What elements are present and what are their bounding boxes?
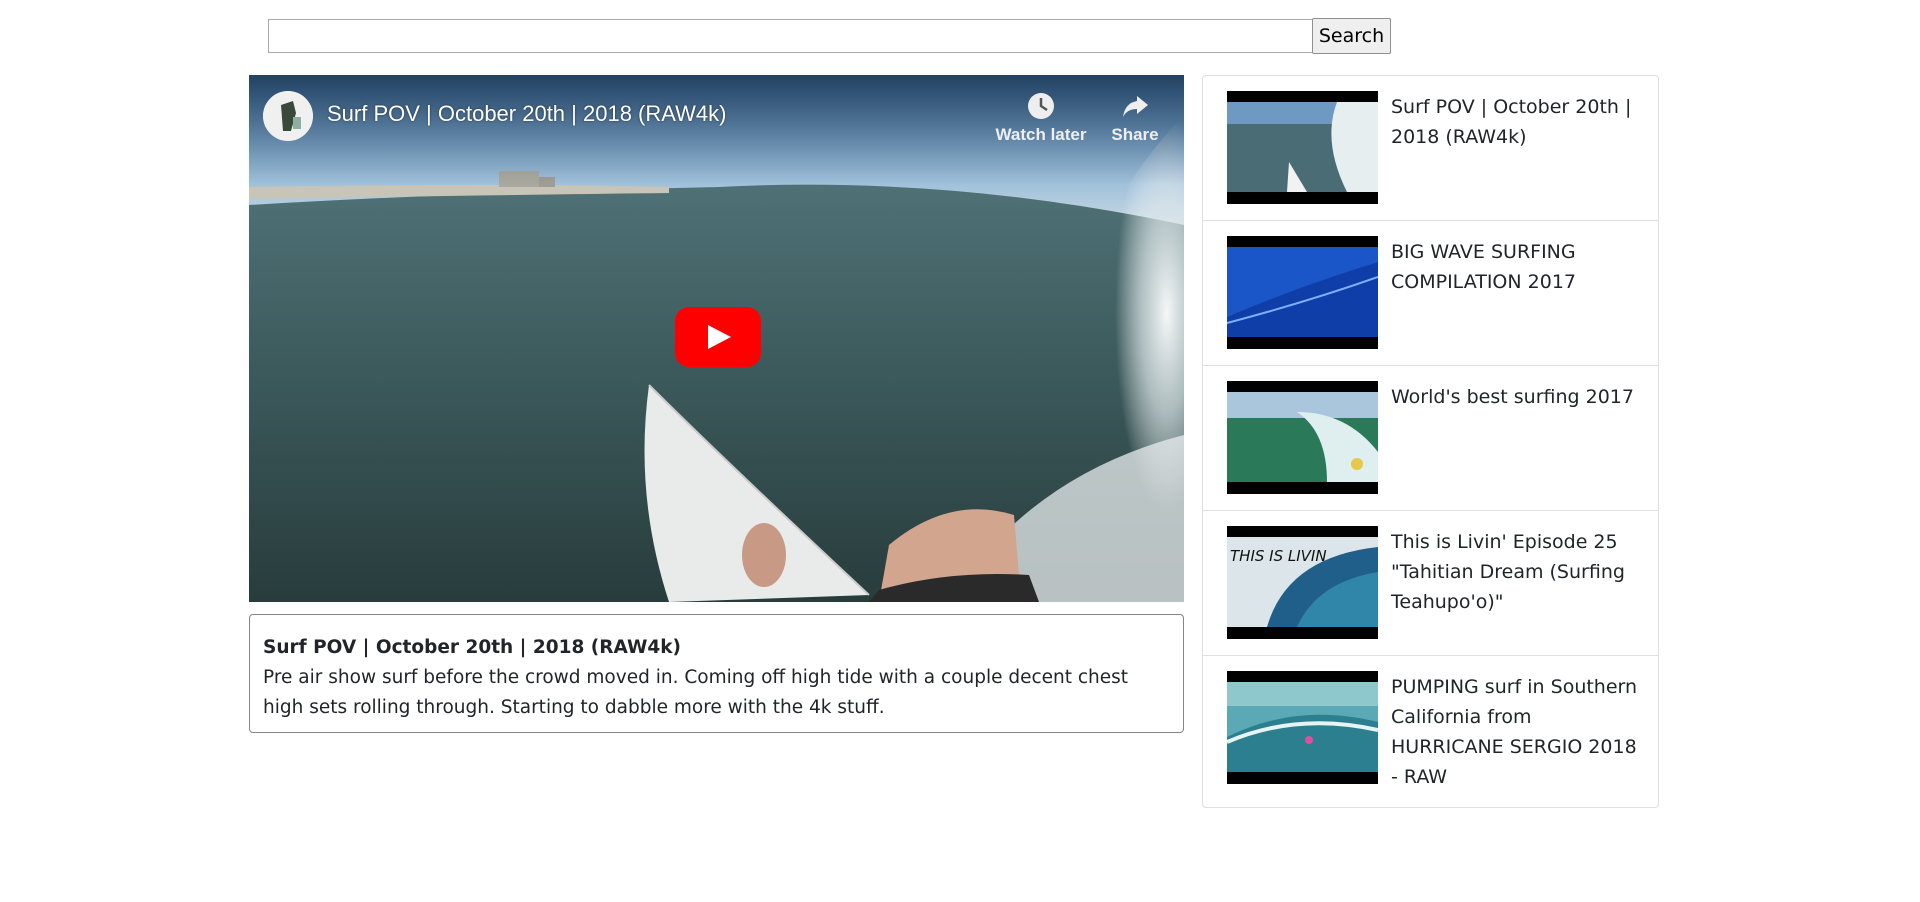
video-title[interactable]: World's best surfing 2017 <box>1391 382 1641 412</box>
thumb-text: THIS IS LIVIN <box>1230 547 1327 565</box>
clock-icon <box>1028 93 1054 119</box>
video-list-item[interactable]: THIS IS LIVIN This is Livin' Episode 25 … <box>1203 510 1658 655</box>
share-arrow-icon <box>1123 96 1148 117</box>
player-title[interactable]: Surf POV | October 20th | 2018 (RAW4k) <box>327 101 726 127</box>
video-thumbnail[interactable] <box>1227 671 1378 784</box>
video-title[interactable]: This is Livin' Episode 25 "Tahitian Drea… <box>1391 527 1641 617</box>
video-player[interactable]: Surf POV | October 20th | 2018 (RAW4k) W… <box>249 75 1184 602</box>
video-list: Surf POV | October 20th | 2018 (RAW4k) B… <box>1202 75 1659 808</box>
video-title[interactable]: PUMPING surf in Southern California from… <box>1391 672 1641 792</box>
video-list-item[interactable]: World's best surfing 2017 <box>1203 365 1658 510</box>
description-text: Pre air show surf before the crowd moved… <box>263 667 1129 718</box>
video-thumbnail[interactable] <box>1227 381 1378 494</box>
video-description-card: Surf POV | October 20th | 2018 (RAW4k) P… <box>249 614 1184 733</box>
video-title[interactable]: Surf POV | October 20th | 2018 (RAW4k) <box>1391 92 1641 152</box>
video-list-item[interactable]: PUMPING surf in Southern California from… <box>1203 655 1658 807</box>
search-input[interactable] <box>268 19 1312 53</box>
watch-later-label: Watch later <box>995 125 1087 144</box>
play-icon[interactable] <box>675 307 761 367</box>
video-title[interactable]: BIG WAVE SURFING COMPILATION 2017 <box>1391 237 1641 297</box>
search-button[interactable]: Search <box>1312 18 1391 54</box>
watch-later-button[interactable]: Watch later <box>991 91 1091 145</box>
page: Search Surf POV | October 20th | 2018 (R… <box>0 0 1920 902</box>
description-title: Surf POV | October 20th | 2018 (RAW4k) <box>263 637 682 658</box>
video-list-item[interactable]: Surf POV | October 20th | 2018 (RAW4k) <box>1203 76 1658 220</box>
video-thumbnail[interactable]: THIS IS LIVIN <box>1227 526 1378 639</box>
video-thumbnail[interactable] <box>1227 91 1378 204</box>
search-bar: Search <box>268 18 1391 54</box>
share-button[interactable]: Share <box>1085 91 1184 145</box>
video-list-item[interactable]: BIG WAVE SURFING COMPILATION 2017 <box>1203 220 1658 365</box>
channel-avatar[interactable] <box>263 91 313 141</box>
video-thumbnail[interactable] <box>1227 236 1378 349</box>
share-label: Share <box>1111 125 1159 144</box>
